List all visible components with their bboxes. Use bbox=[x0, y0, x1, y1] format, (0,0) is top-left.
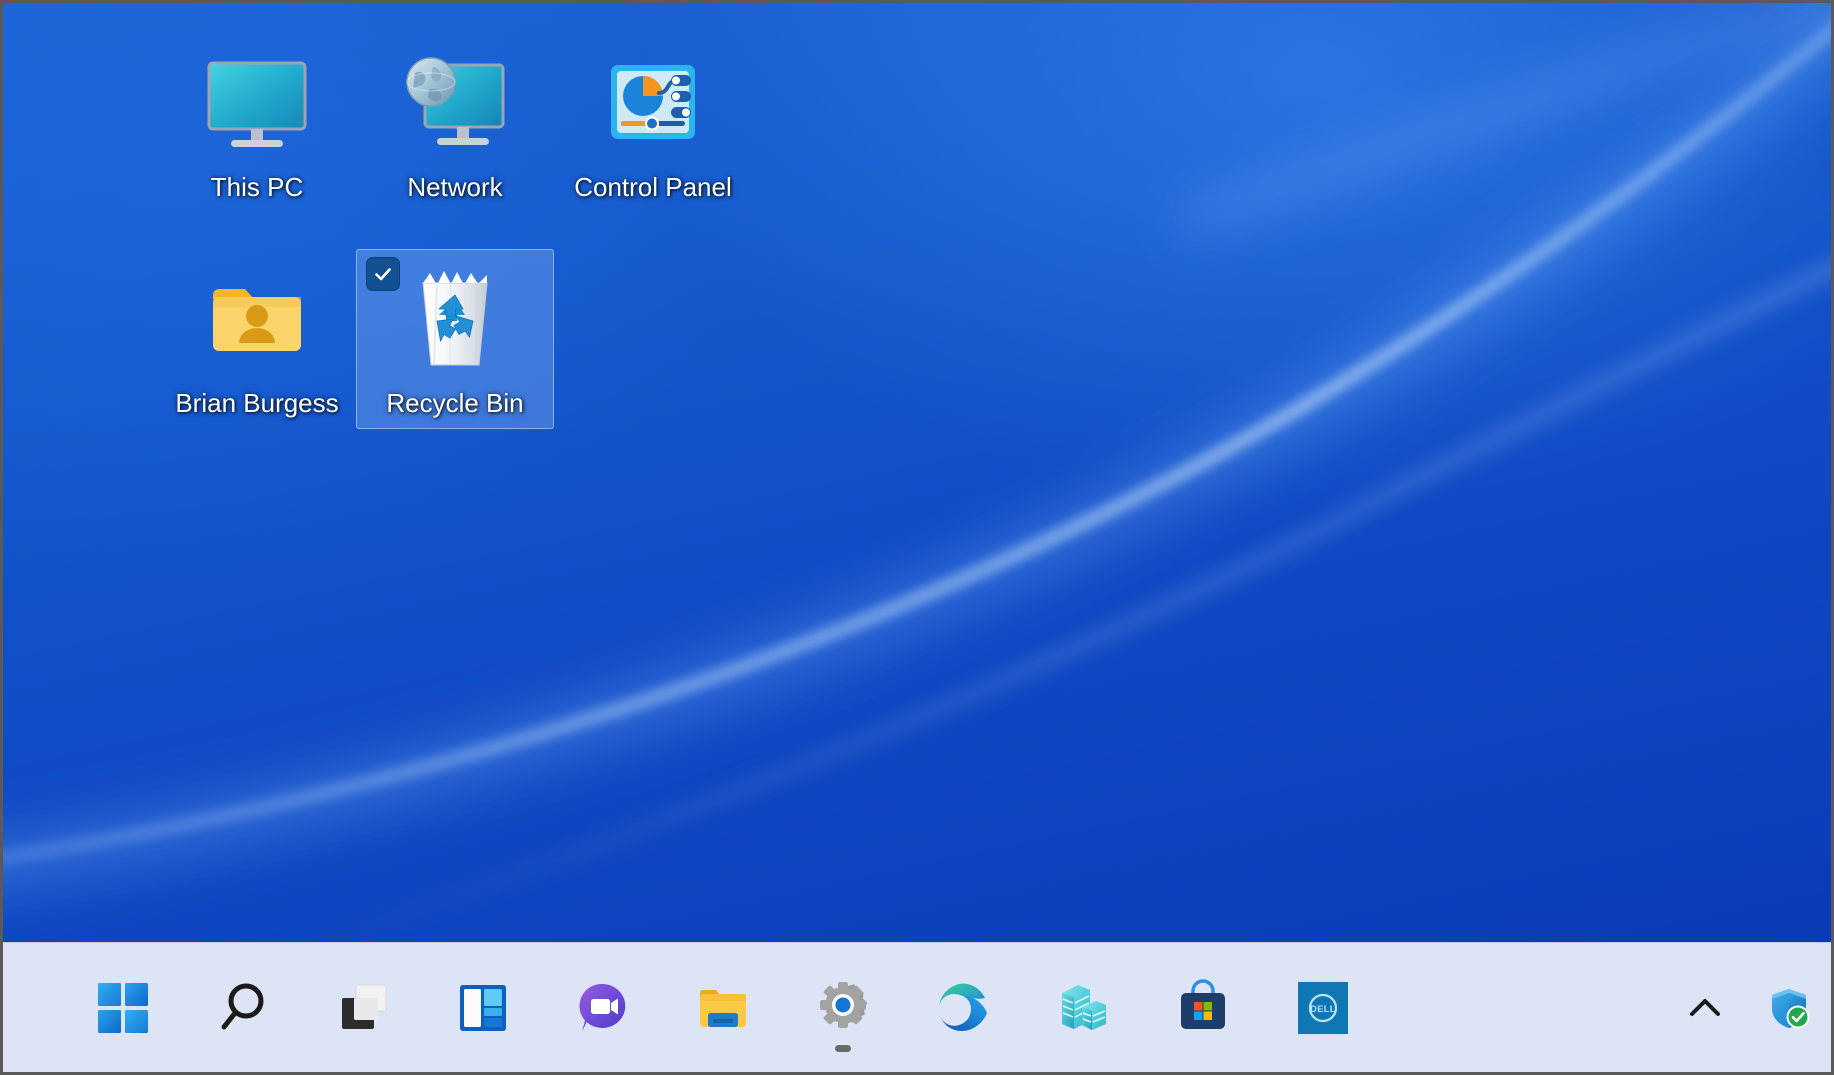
desktop-screen: This PC bbox=[0, 0, 1834, 1075]
taskbar-active-indicator bbox=[835, 1045, 851, 1052]
svg-text:DELL: DELL bbox=[1310, 1004, 1336, 1014]
tray-button-windows-security[interactable] bbox=[1747, 952, 1831, 1064]
file-explorer-icon bbox=[692, 977, 754, 1039]
desktop-icon-label: Control Panel bbox=[574, 173, 732, 203]
tray-button-show-hidden-icons[interactable] bbox=[1663, 952, 1747, 1064]
task-view-icon bbox=[332, 977, 394, 1039]
search-icon bbox=[212, 977, 274, 1039]
taskbar-button-widgets[interactable] bbox=[423, 952, 543, 1064]
taskbar-button-edge[interactable] bbox=[903, 952, 1023, 1064]
desktop-icon-this-pc[interactable]: This PC bbox=[158, 33, 356, 213]
settings-gear-icon bbox=[812, 977, 874, 1039]
check-icon bbox=[373, 264, 393, 284]
desktop-icon-recycle-bin[interactable]: Recycle Bin bbox=[356, 249, 554, 429]
widgets-icon bbox=[452, 977, 514, 1039]
desktop-icon-network[interactable]: Network bbox=[356, 33, 554, 213]
security-shield-icon bbox=[1766, 985, 1812, 1031]
taskbar-button-servers[interactable] bbox=[1023, 952, 1143, 1064]
microsoft-store-icon bbox=[1172, 977, 1234, 1039]
desktop-icon-row: Brian Burgess bbox=[158, 249, 858, 429]
taskbar-button-file-explorer[interactable] bbox=[663, 952, 783, 1064]
dell-icon: DELL bbox=[1292, 977, 1354, 1039]
taskbar-button-chat[interactable] bbox=[543, 952, 663, 1064]
network-globe-icon bbox=[395, 45, 515, 165]
desktop-icon-grid: This PC bbox=[158, 33, 858, 429]
taskbar-button-dell[interactable]: DELL bbox=[1263, 952, 1383, 1064]
taskbar: DELL bbox=[3, 942, 1834, 1072]
selection-checkbox[interactable] bbox=[366, 257, 400, 291]
desktop-icon-label: This PC bbox=[211, 173, 303, 203]
monitor-icon bbox=[197, 45, 317, 165]
taskbar-button-start[interactable] bbox=[63, 952, 183, 1064]
taskbar-button-task-view[interactable] bbox=[303, 952, 423, 1064]
control-panel-icon bbox=[593, 45, 713, 165]
taskbar-button-settings[interactable] bbox=[783, 952, 903, 1064]
user-folder-icon bbox=[197, 261, 317, 381]
desktop-icon-row: This PC bbox=[158, 33, 858, 213]
edge-icon bbox=[932, 977, 994, 1039]
teams-chat-icon bbox=[572, 977, 634, 1039]
desktop-icon-control-panel[interactable]: Control Panel bbox=[554, 33, 752, 213]
desktop-icon-user-folder[interactable]: Brian Burgess bbox=[158, 249, 356, 429]
taskbar-button-microsoft-store[interactable] bbox=[1143, 952, 1263, 1064]
recycle-bin-icon bbox=[395, 261, 515, 381]
system-tray bbox=[1663, 943, 1831, 1072]
server-stack-icon bbox=[1052, 977, 1114, 1039]
chevron-up-icon bbox=[1682, 985, 1728, 1031]
windows-start-icon bbox=[92, 977, 154, 1039]
taskbar-buttons: DELL bbox=[63, 943, 1383, 1072]
desktop-icon-label: Network bbox=[407, 173, 502, 203]
taskbar-button-search[interactable] bbox=[183, 952, 303, 1064]
desktop-icon-label: Brian Burgess bbox=[175, 389, 338, 419]
desktop-icon-label: Recycle Bin bbox=[386, 389, 523, 419]
